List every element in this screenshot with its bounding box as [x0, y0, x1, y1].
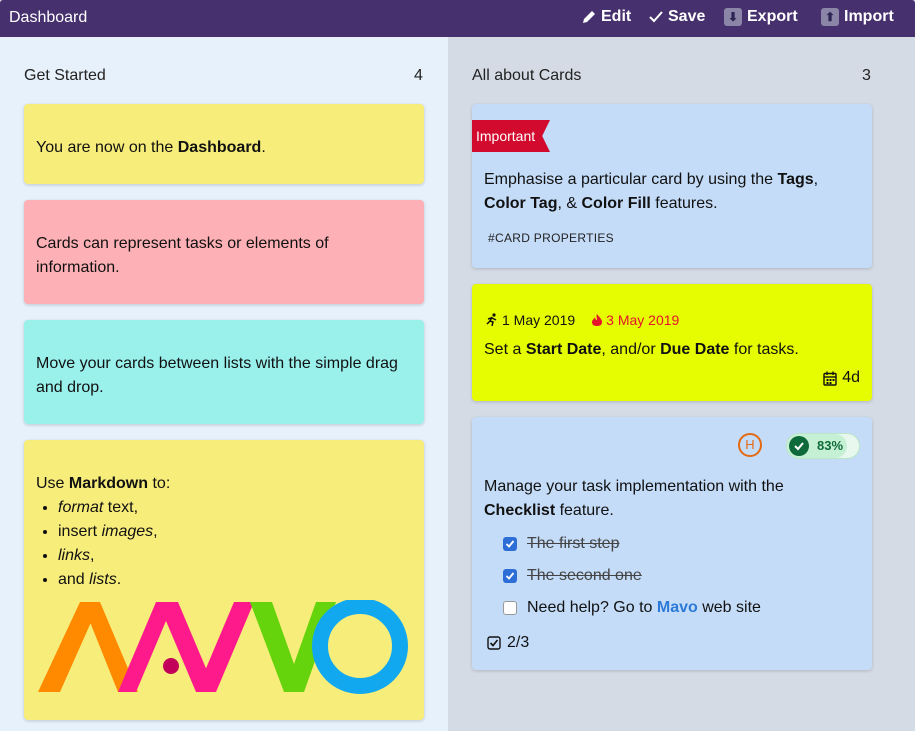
- download-arrow-icon: ⬇: [724, 8, 742, 26]
- list-item: format text,: [58, 496, 412, 520]
- checklist-item[interactable]: The first step: [503, 532, 619, 556]
- save-button[interactable]: Save: [649, 8, 705, 26]
- card-tasks-info[interactable]: Cards can represent tasks or elements of…: [24, 200, 424, 304]
- card-checklist[interactable]: H 83% Manage your task implementation wi…: [472, 417, 872, 670]
- import-button[interactable]: ⬆ Import: [821, 8, 894, 26]
- running-person-icon: [485, 313, 499, 327]
- checked-checkbox[interactable]: [503, 537, 517, 551]
- list-title: All about Cards: [472, 67, 582, 84]
- list-item: insert images,: [58, 520, 412, 544]
- list-all-about-cards: All about Cards 3 Important Emphasise a …: [448, 37, 915, 731]
- mavo-logo: [38, 600, 408, 694]
- card-dashboard-intro[interactable]: You are now on the Dashboard.: [24, 104, 424, 184]
- duration-badge: 4d: [823, 366, 860, 390]
- pencil-icon: [582, 10, 596, 24]
- check-circle-icon: [789, 436, 809, 456]
- checklist-progress: 83%: [786, 433, 860, 459]
- app-title: Dashboard: [9, 9, 88, 26]
- avatar-initial: H: [745, 437, 755, 452]
- due-date: 3 May 2019: [606, 312, 680, 328]
- card-text: Manage your task implementation with the…: [484, 478, 784, 519]
- card-text: Cards can represent tasks or elements of…: [36, 235, 329, 276]
- color-tag-ribbon: Important: [472, 120, 550, 152]
- upload-arrow-icon: ⬆: [821, 8, 839, 26]
- save-label: Save: [668, 8, 706, 25]
- export-button[interactable]: ⬇ Export: [724, 8, 798, 26]
- checked-checkbox[interactable]: [503, 569, 517, 583]
- card-markdown[interactable]: Use Markdown to: format text, insert ima…: [24, 440, 424, 720]
- list-title: Get Started: [24, 67, 106, 84]
- calendar-icon: [823, 371, 837, 386]
- list-card-count: 3: [862, 67, 871, 84]
- checklist-count: 2/3: [507, 634, 530, 651]
- date-row: 1 May 2019 3 May 2019: [485, 308, 679, 332]
- top-bar: Dashboard Edit Save ⬇ Export ⬆ Import: [0, 0, 915, 37]
- checklist-item[interactable]: The second one: [503, 564, 642, 588]
- list-item: links,: [58, 544, 412, 568]
- card-text: Move your cards between lists with the s…: [36, 355, 398, 396]
- markdown-list: format text, insert images, links, and l…: [58, 496, 412, 592]
- card-tag[interactable]: #CARD PROPERTIES: [488, 226, 614, 250]
- card-text: Emphasise a particular card by using the…: [484, 171, 819, 212]
- list-card-count: 4: [414, 67, 423, 84]
- avatar[interactable]: H: [738, 433, 762, 457]
- checklist-item-text: The first step: [527, 535, 620, 552]
- checklist-item[interactable]: Need help? Go to Mavo web site: [503, 596, 761, 620]
- checklist-item-text: Need help? Go to Mavo web site: [527, 599, 761, 616]
- card-drag-drop[interactable]: Move your cards between lists with the s…: [24, 320, 424, 424]
- import-label: Import: [844, 8, 894, 25]
- checklist-item-text: The second one: [527, 567, 642, 584]
- export-label: Export: [747, 8, 798, 25]
- edit-label: Edit: [601, 8, 632, 25]
- flame-icon: [591, 313, 603, 327]
- edit-button[interactable]: Edit: [582, 8, 631, 26]
- unchecked-checkbox[interactable]: [503, 601, 517, 615]
- checkmark-icon: [649, 10, 663, 24]
- card-dates[interactable]: 1 May 2019 3 May 2019 Set a Start Date, …: [472, 284, 872, 401]
- list-item: and lists.: [58, 568, 412, 592]
- card-text: Set a Start Date, and/or Due Date for ta…: [484, 341, 799, 358]
- card-text: You are now on the Dashboard.: [36, 139, 266, 156]
- list-get-started: Get Started 4 You are now on the Dashboa…: [0, 37, 448, 731]
- start-date: 1 May 2019: [502, 312, 576, 328]
- checklist-count-badge: 2/3: [487, 631, 529, 655]
- mavo-link[interactable]: Mavo: [657, 599, 698, 616]
- card-text: Use Markdown to:: [36, 475, 171, 492]
- progress-label: 83%: [817, 438, 844, 453]
- checkbox-icon: [487, 636, 501, 650]
- card-properties[interactable]: Important Emphasise a particular card by…: [472, 104, 872, 268]
- duration-label: 4d: [842, 369, 860, 386]
